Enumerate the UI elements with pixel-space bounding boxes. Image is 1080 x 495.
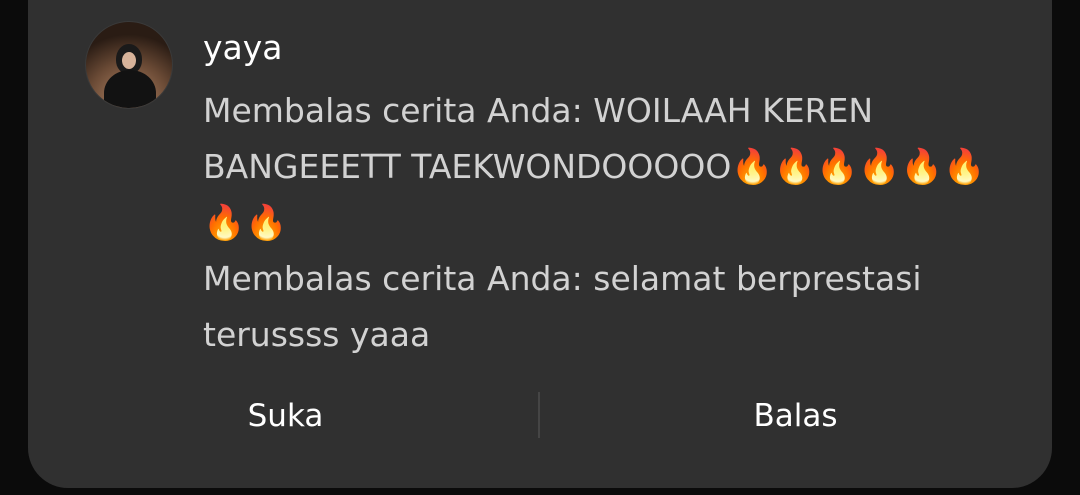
avatar[interactable] (85, 21, 173, 109)
avatar-body (104, 70, 156, 108)
message-text: Membalas cerita Anda: selamat berprestas… (203, 259, 922, 354)
message-list: Membalas cerita Anda: WOILAAH KEREN BANG… (203, 83, 1003, 363)
sender-name: yaya (203, 28, 283, 67)
reply-button[interactable]: Balas (678, 388, 913, 444)
message-item-2: Membalas cerita Anda: selamat berprestas… (203, 251, 1003, 363)
avatar-face (122, 52, 136, 69)
action-divider (538, 392, 540, 438)
message-item-1: Membalas cerita Anda: WOILAAH KEREN BANG… (203, 83, 1003, 251)
like-button[interactable]: Suka (168, 388, 403, 444)
notification-card[interactable]: yaya Membalas cerita Anda: WOILAAH KEREN… (28, 0, 1052, 488)
